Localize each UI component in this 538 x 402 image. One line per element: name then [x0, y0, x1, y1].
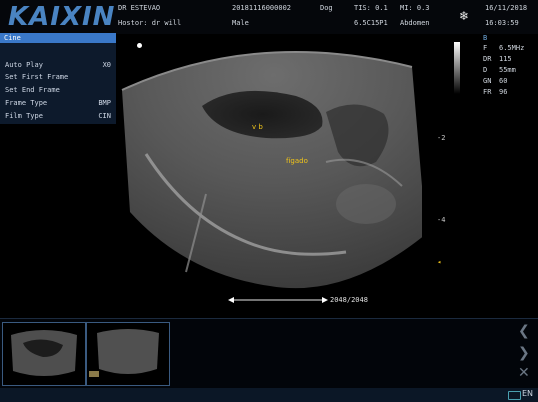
- menu-item-value: BMP: [98, 99, 111, 107]
- menu-item-set-first-frame[interactable]: Set First Frame: [5, 72, 111, 82]
- menu-item-label: Frame Type: [5, 99, 48, 107]
- annotation-figado: fígado: [286, 157, 308, 165]
- exam-time: 16:03:59: [485, 19, 519, 27]
- probe-name: 6.5C15P1: [354, 19, 388, 27]
- mi-value: MI: 0.3: [400, 4, 430, 12]
- thumbnail-delete-icon[interactable]: ✕: [518, 365, 530, 381]
- param-frame-rate: FR 96: [483, 88, 508, 96]
- menu-item-set-end-frame[interactable]: Set End Frame: [5, 85, 111, 95]
- patient-sex: Male: [232, 19, 249, 27]
- menu-item-label: Auto Play: [5, 61, 43, 69]
- ultrasound-image[interactable]: v b fígado: [116, 34, 422, 304]
- thumbnail-prev-icon[interactable]: ❮: [518, 323, 530, 339]
- cine-menu-title[interactable]: Cine: [0, 33, 116, 43]
- language-indicator[interactable]: EN: [522, 389, 533, 398]
- operator-name: Hostor: dr will: [118, 19, 182, 27]
- hospital-name: DR ESTEVAO: [118, 4, 161, 12]
- thumbnail-next-icon[interactable]: ❯: [518, 345, 530, 361]
- depth-mark-4: -4: [437, 216, 446, 224]
- menu-item-label: Set End Frame: [5, 86, 60, 94]
- thumbnail-1[interactable]: [2, 322, 86, 386]
- menu-item-value: CIN: [98, 112, 111, 120]
- patient-id: 20181116000002: [232, 4, 292, 12]
- exam-preset: Abdomen: [400, 19, 430, 27]
- thumbnail-strip: ❮ ❯ ✕: [0, 318, 538, 389]
- mode-label: B: [483, 34, 488, 42]
- status-footer: [0, 388, 538, 402]
- menu-item-label: Set First Frame: [5, 73, 69, 81]
- thumbnail-2[interactable]: [86, 322, 170, 386]
- menu-item-film-type[interactable]: Film Type CIN: [5, 111, 111, 121]
- menu-item-auto-play[interactable]: Auto Play X0: [5, 60, 111, 70]
- brand-logo: KAIXIN: [8, 2, 116, 32]
- keyboard-icon[interactable]: [508, 391, 521, 400]
- param-dynamic-range: DR 115: [483, 55, 512, 63]
- focus-marker-icon[interactable]: ◂: [437, 258, 441, 266]
- cine-progress-bar[interactable]: 2048/2048: [228, 296, 378, 304]
- cine-slider[interactable]: [228, 296, 328, 304]
- menu-item-frame-type[interactable]: Frame Type BMP: [5, 98, 111, 108]
- annotation-vb: v b: [252, 123, 263, 131]
- cine-menu: Cine Auto Play X0 Set First Frame Set En…: [0, 33, 116, 124]
- menu-item-label: Film Type: [5, 112, 43, 120]
- cine-frame-counter: 2048/2048: [330, 296, 368, 304]
- param-depth: D 55mm: [483, 66, 516, 74]
- exam-date: 16/11/2018: [485, 4, 528, 12]
- gray-scale-bar: [454, 42, 460, 94]
- patient-species: Dog: [320, 4, 333, 12]
- param-gain: GN 60: [483, 77, 508, 85]
- top-header: KAIXIN DR ESTEVAO Hostor: dr will 201811…: [0, 0, 538, 34]
- param-frequency: F 6.5MHz: [483, 44, 525, 52]
- tis-value: TIS: 0.1: [354, 4, 388, 12]
- menu-item-value: X0: [102, 61, 111, 69]
- depth-mark-2: -2: [437, 134, 446, 142]
- freeze-snowflake-icon: ❄: [459, 9, 470, 23]
